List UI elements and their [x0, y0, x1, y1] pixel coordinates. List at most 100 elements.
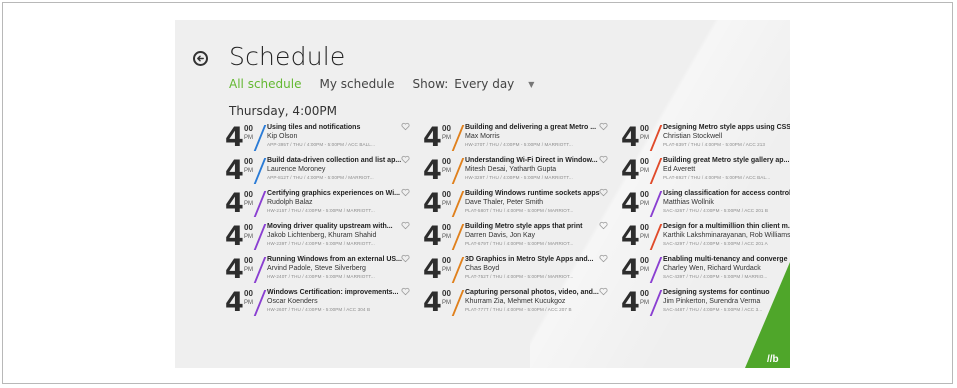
session-meta: PLAT-752T / THU / 4:00PM - 5:00PM / MARR… — [465, 274, 574, 279]
session-meta: SAC-426T / THU / 4:00PM - 5:00PM / ACC 2… — [663, 208, 769, 213]
session-info: 3D Graphics in Metro Style Apps and... Ch… — [465, 255, 603, 280]
show-filter-dropdown[interactable]: Show: Every day ▼ — [413, 77, 535, 91]
session-title: Building Metro style apps that print — [465, 223, 583, 230]
session-hour: 4 — [621, 254, 640, 285]
session-info: Building great Metro style gallery ap...… — [663, 156, 790, 181]
session-ampm: PM — [244, 135, 253, 141]
session-meta: PLAT-777T / THU / 4:00PM - 5:00PM / ACC … — [465, 307, 572, 312]
back-button[interactable] — [193, 51, 208, 66]
session-ampm: PM — [442, 168, 451, 174]
session-speakers: Darren Davis, Jon Kay — [465, 232, 536, 239]
session-hour: 4 — [423, 122, 442, 153]
favorite-heart-icon[interactable] — [401, 254, 410, 263]
track-color-slash — [253, 290, 267, 316]
session-tile[interactable]: 4 00 PM Building Windows runtime sockets ap… — [423, 187, 611, 218]
session-tile[interactable]: 4 00 PM Building and delivering a great Met… — [423, 121, 611, 152]
session-info: Understanding Wi-Fi Direct in Window... M… — [465, 156, 603, 181]
track-color-slash — [451, 224, 465, 250]
session-tile[interactable]: 4 00 PM Design for a multimillion thin clie… — [621, 220, 790, 251]
session-ampm: PM — [442, 201, 451, 207]
session-speakers: Khurram Zia, Mehmet Kucukgoz — [465, 298, 566, 305]
session-title: Capturing personal photos, video, and... — [465, 289, 599, 296]
corner-logo-badge: //b — [745, 262, 790, 368]
filter-my-schedule[interactable]: My schedule — [319, 77, 394, 91]
favorite-heart-icon[interactable] — [599, 122, 608, 131]
session-info: Building Metro style apps that print Darr… — [465, 222, 603, 247]
favorite-heart-icon[interactable] — [401, 287, 410, 296]
favorite-heart-icon[interactable] — [599, 188, 608, 197]
session-hour: 4 — [423, 155, 442, 186]
session-ampm: PM — [640, 267, 649, 273]
session-tile[interactable]: 4 00 PM Windows Certification: improvements… — [225, 286, 413, 317]
session-meta: PLAT-839T / THU / 4:00PM - 5:00PM / ACC … — [663, 142, 766, 147]
session-minutes: 00 — [244, 124, 253, 133]
track-color-slash — [649, 290, 663, 316]
session-minutes: 00 — [244, 256, 253, 265]
session-ampm: PM — [640, 201, 649, 207]
session-tile[interactable]: 4 00 PM Understanding Wi-Fi Direct in Windo… — [423, 154, 611, 185]
session-minutes: 00 — [244, 223, 253, 232]
session-ampm: PM — [244, 300, 253, 306]
session-info: Design for a multimillion thin client m.… — [663, 222, 790, 247]
session-tile[interactable]: 4 00 PM Capturing personal photos, video, a… — [423, 286, 611, 317]
favorite-heart-icon[interactable] — [401, 221, 410, 230]
session-tile[interactable]: 4 00 PM Using tiles and notifications Kip Ol… — [225, 121, 413, 152]
favorite-heart-icon[interactable] — [599, 254, 608, 263]
session-hour: 4 — [423, 221, 442, 252]
session-meta: HW-270T / THU / 4:00PM - 5:00PM / MARRIO… — [465, 142, 573, 147]
session-speakers: Max Morris — [465, 133, 500, 140]
session-title: Building Windows runtime sockets apps — [465, 190, 600, 197]
favorite-heart-icon[interactable] — [599, 221, 608, 230]
track-color-slash — [253, 191, 267, 217]
session-minutes: 00 — [640, 157, 649, 166]
favorite-heart-icon[interactable] — [599, 155, 608, 164]
session-minutes: 00 — [442, 289, 451, 298]
session-tile[interactable]: 4 00 PM Building Metro style apps that prin… — [423, 220, 611, 251]
session-ampm: PM — [640, 234, 649, 240]
session-ampm: PM — [640, 168, 649, 174]
session-meta: HW-239T / THU / 4:00PM - 5:00PM / MARRIO… — [267, 241, 375, 246]
session-minutes: 00 — [244, 190, 253, 199]
session-tile[interactable]: 4 00 PM Moving driver quality upstream with… — [225, 220, 413, 251]
session-tile[interactable]: 4 00 PM Building great Metro style gallery … — [621, 154, 790, 185]
session-minutes: 00 — [244, 289, 253, 298]
filter-all-schedule[interactable]: All schedule — [229, 77, 301, 91]
session-minutes: 00 — [640, 256, 649, 265]
session-tile[interactable]: 4 00 PM 3D Graphics in Metro Style Apps and… — [423, 253, 611, 284]
track-color-slash — [451, 257, 465, 283]
session-meta: HW-215T / THU / 4:00PM - 5:00PM / MARRIO… — [267, 208, 375, 213]
session-info: Using tiles and notifications Kip Olson AP… — [267, 123, 405, 148]
session-meta: HW-260T / THU / 4:00PM - 5:00PM / ACC 30… — [267, 307, 371, 312]
chevron-down-icon: ▼ — [528, 79, 535, 89]
session-ampm: PM — [640, 135, 649, 141]
session-speakers: Jakob Lichtenberg, Khuram Shahid — [267, 232, 377, 239]
session-speakers: Chas Boyd — [465, 265, 500, 272]
session-tile[interactable]: 4 00 PM Designing Metro style apps using CS… — [621, 121, 790, 152]
session-tile[interactable]: 4 00 PM Running Windows from an external US… — [225, 253, 413, 284]
session-info: Using classification for access control.… — [663, 189, 790, 214]
session-speakers: Arvind Padole, Steve Silverberg — [267, 265, 366, 272]
session-speakers: Matthias Wollnik — [663, 199, 714, 206]
favorite-heart-icon[interactable] — [401, 188, 410, 197]
session-minutes: 00 — [442, 256, 451, 265]
session-hour: 4 — [423, 287, 442, 318]
session-title: Building and delivering a great Metro ..… — [465, 124, 597, 131]
favorite-heart-icon[interactable] — [401, 122, 410, 131]
session-tile[interactable]: 4 00 PM Certifying graphics experiences on … — [225, 187, 413, 218]
session-tile[interactable]: 4 00 PM Build data-driven collection and li… — [225, 154, 413, 185]
track-color-slash — [451, 158, 465, 184]
track-color-slash — [649, 191, 663, 217]
session-ampm: PM — [442, 135, 451, 141]
track-color-slash — [253, 158, 267, 184]
session-speakers: Oscar Koenders — [267, 298, 318, 305]
track-color-slash — [451, 191, 465, 217]
track-color-slash — [253, 224, 267, 250]
favorite-heart-icon[interactable] — [401, 155, 410, 164]
session-tile[interactable]: 4 00 PM Using classification for access con… — [621, 187, 790, 218]
session-speakers: Mitesh Desai, Yatharth Gupta — [465, 166, 557, 173]
session-title: Understanding Wi-Fi Direct in Window... — [465, 157, 598, 164]
schedule-app: Schedule All schedule My schedule Show: … — [175, 20, 790, 368]
favorite-heart-icon[interactable] — [599, 287, 608, 296]
session-title: 3D Graphics in Metro Style Apps and... — [465, 256, 594, 263]
session-hour: 4 — [621, 287, 640, 318]
